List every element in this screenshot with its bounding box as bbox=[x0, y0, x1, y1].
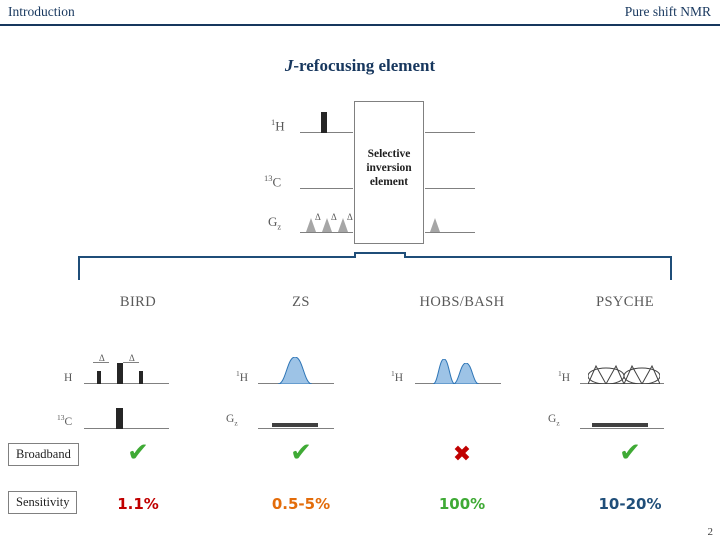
selective-inversion-box: Selective inversion element bbox=[354, 101, 424, 244]
zs-gradient-block bbox=[272, 423, 318, 427]
page-title: J-refocusing element bbox=[0, 56, 720, 76]
header-topic-label: Pure shift NMR bbox=[624, 4, 711, 19]
method-name-hobs: HOBS/BASH bbox=[419, 294, 505, 310]
channel-label-13c-sup: 13 bbox=[264, 173, 273, 183]
method-name-bird: BIRD bbox=[119, 294, 157, 310]
bracket-top-left bbox=[78, 256, 356, 258]
method-column-hobs: HOBS/BASH 1H bbox=[377, 294, 547, 416]
sensitivity-value-hobs: 100% bbox=[438, 495, 486, 513]
zs-channel-label-gz: Gz bbox=[226, 413, 238, 427]
broadband-mark-psyche: ✔ bbox=[619, 438, 641, 468]
sensitivity-value-psyche: 10-20% bbox=[598, 495, 662, 513]
gradient-delta-3: Δ bbox=[347, 212, 353, 222]
method-column-bird: BIRD H 13C Δ Δ bbox=[53, 294, 223, 429]
header-divider bbox=[0, 24, 720, 26]
zs-channel-label-gz-sub: z bbox=[234, 418, 238, 428]
branch-bracket bbox=[78, 252, 674, 280]
axis-1h-right bbox=[425, 132, 475, 133]
psyche-chirp-pulse-1 bbox=[588, 364, 624, 384]
selective-inversion-line-2: inversion bbox=[366, 162, 412, 174]
bird-channel-label-c-main: C bbox=[64, 415, 73, 428]
psyche-gradient-block bbox=[592, 423, 648, 427]
method-column-zs: ZS 1H Gz bbox=[216, 294, 386, 429]
bird-channel-label-c-sup: 13 bbox=[57, 413, 65, 422]
zs-channel-label-h: 1H bbox=[236, 369, 248, 384]
selective-inversion-line-3: element bbox=[369, 176, 409, 188]
bird-channel-label-h: H bbox=[64, 369, 72, 384]
psyche-axis-gz bbox=[580, 428, 664, 429]
psyche-channel-label-h: 1H bbox=[558, 369, 570, 384]
channel-label-13c: 13C bbox=[264, 173, 281, 190]
header-section-label: Introduction bbox=[8, 4, 75, 19]
method-diagram-zs: 1H Gz bbox=[216, 321, 386, 429]
bracket-left-stem bbox=[78, 256, 80, 280]
bird-pulse-h-2 bbox=[117, 363, 123, 384]
row-label-broadband: Broadband bbox=[8, 443, 79, 466]
bird-channel-label-h-main: H bbox=[64, 371, 73, 384]
sensitivity-value-bird: 1.1% bbox=[117, 495, 159, 513]
broadband-mark-zs: ✔ bbox=[290, 438, 312, 468]
psyche-channel-label-gz-sub: z bbox=[556, 418, 560, 428]
axis-gz-left bbox=[300, 232, 353, 233]
bird-pulse-c-1 bbox=[116, 408, 123, 429]
method-diagram-bird: H 13C Δ Δ bbox=[53, 321, 223, 429]
selective-inversion-line-1: Selective bbox=[367, 148, 411, 160]
axis-13c-right bbox=[425, 188, 475, 189]
zs-channel-label-h-main: H bbox=[239, 371, 249, 384]
pulse-1h-hard bbox=[321, 112, 327, 133]
broadband-mark-hobs: ✖ bbox=[452, 442, 472, 467]
method-name-zs: ZS bbox=[292, 294, 310, 310]
channel-label-1h: 1H bbox=[271, 117, 285, 134]
j-refocusing-diagram: 1H 13C Gz Δ Δ Δ Selective inversion elem… bbox=[255, 95, 485, 250]
bird-delta-bracket-2 bbox=[123, 362, 139, 363]
channel-label-1h-main: H bbox=[275, 118, 285, 134]
slide-header: Introduction Pure shift NMR bbox=[0, 0, 720, 26]
bird-axis-c bbox=[84, 428, 169, 429]
bracket-center-top bbox=[354, 252, 406, 254]
zs-shaped-pulse bbox=[278, 357, 312, 384]
psyche-channel-label-gz: Gz bbox=[548, 413, 560, 427]
gradient-pulse-4 bbox=[430, 218, 440, 232]
psyche-channel-label-h-main: H bbox=[561, 371, 571, 384]
method-diagram-hobs: 1H bbox=[377, 321, 547, 416]
bird-channel-label-c: 13C bbox=[57, 413, 72, 428]
gradient-delta-1: Δ bbox=[315, 212, 321, 222]
axis-gz-right bbox=[425, 232, 475, 233]
bracket-right-stem bbox=[670, 256, 672, 280]
method-name-psyche: PSYCHE bbox=[596, 294, 654, 310]
zs-axis-gz bbox=[258, 428, 334, 429]
bracket-top-right bbox=[404, 256, 672, 258]
bird-pulse-h-1 bbox=[97, 371, 101, 384]
method-diagram-psyche: 1H Gz bbox=[540, 321, 710, 429]
page-title-rest: -refocusing element bbox=[293, 56, 436, 75]
channel-label-gz: Gz bbox=[268, 214, 281, 232]
sensitivity-value-zs: 0.5-5% bbox=[271, 495, 331, 513]
row-label-sensitivity: Sensitivity bbox=[8, 491, 78, 514]
axis-13c-left bbox=[300, 188, 353, 189]
page-number: 2 bbox=[707, 526, 714, 538]
hobs-shaped-pulse-1 bbox=[433, 359, 455, 384]
method-column-psyche: PSYCHE 1H Gz bbox=[540, 294, 710, 429]
channel-label-13c-main: C bbox=[272, 174, 282, 190]
gradient-delta-2: Δ bbox=[331, 212, 337, 222]
hobs-channel-label-h-main: H bbox=[394, 371, 404, 384]
psyche-chirp-pulse-2 bbox=[624, 364, 660, 384]
hobs-channel-label-h: 1H bbox=[391, 369, 403, 384]
bird-delta-bracket-1 bbox=[93, 362, 109, 363]
hobs-shaped-pulse-2 bbox=[453, 363, 479, 384]
channel-label-gz-sub: z bbox=[277, 221, 282, 232]
bird-pulse-h-3 bbox=[139, 371, 143, 384]
channel-label-gz-main: G bbox=[268, 214, 278, 229]
broadband-mark-bird: ✔ bbox=[127, 438, 149, 468]
slide: Introduction Pure shift NMR J-refocusing… bbox=[0, 0, 720, 540]
